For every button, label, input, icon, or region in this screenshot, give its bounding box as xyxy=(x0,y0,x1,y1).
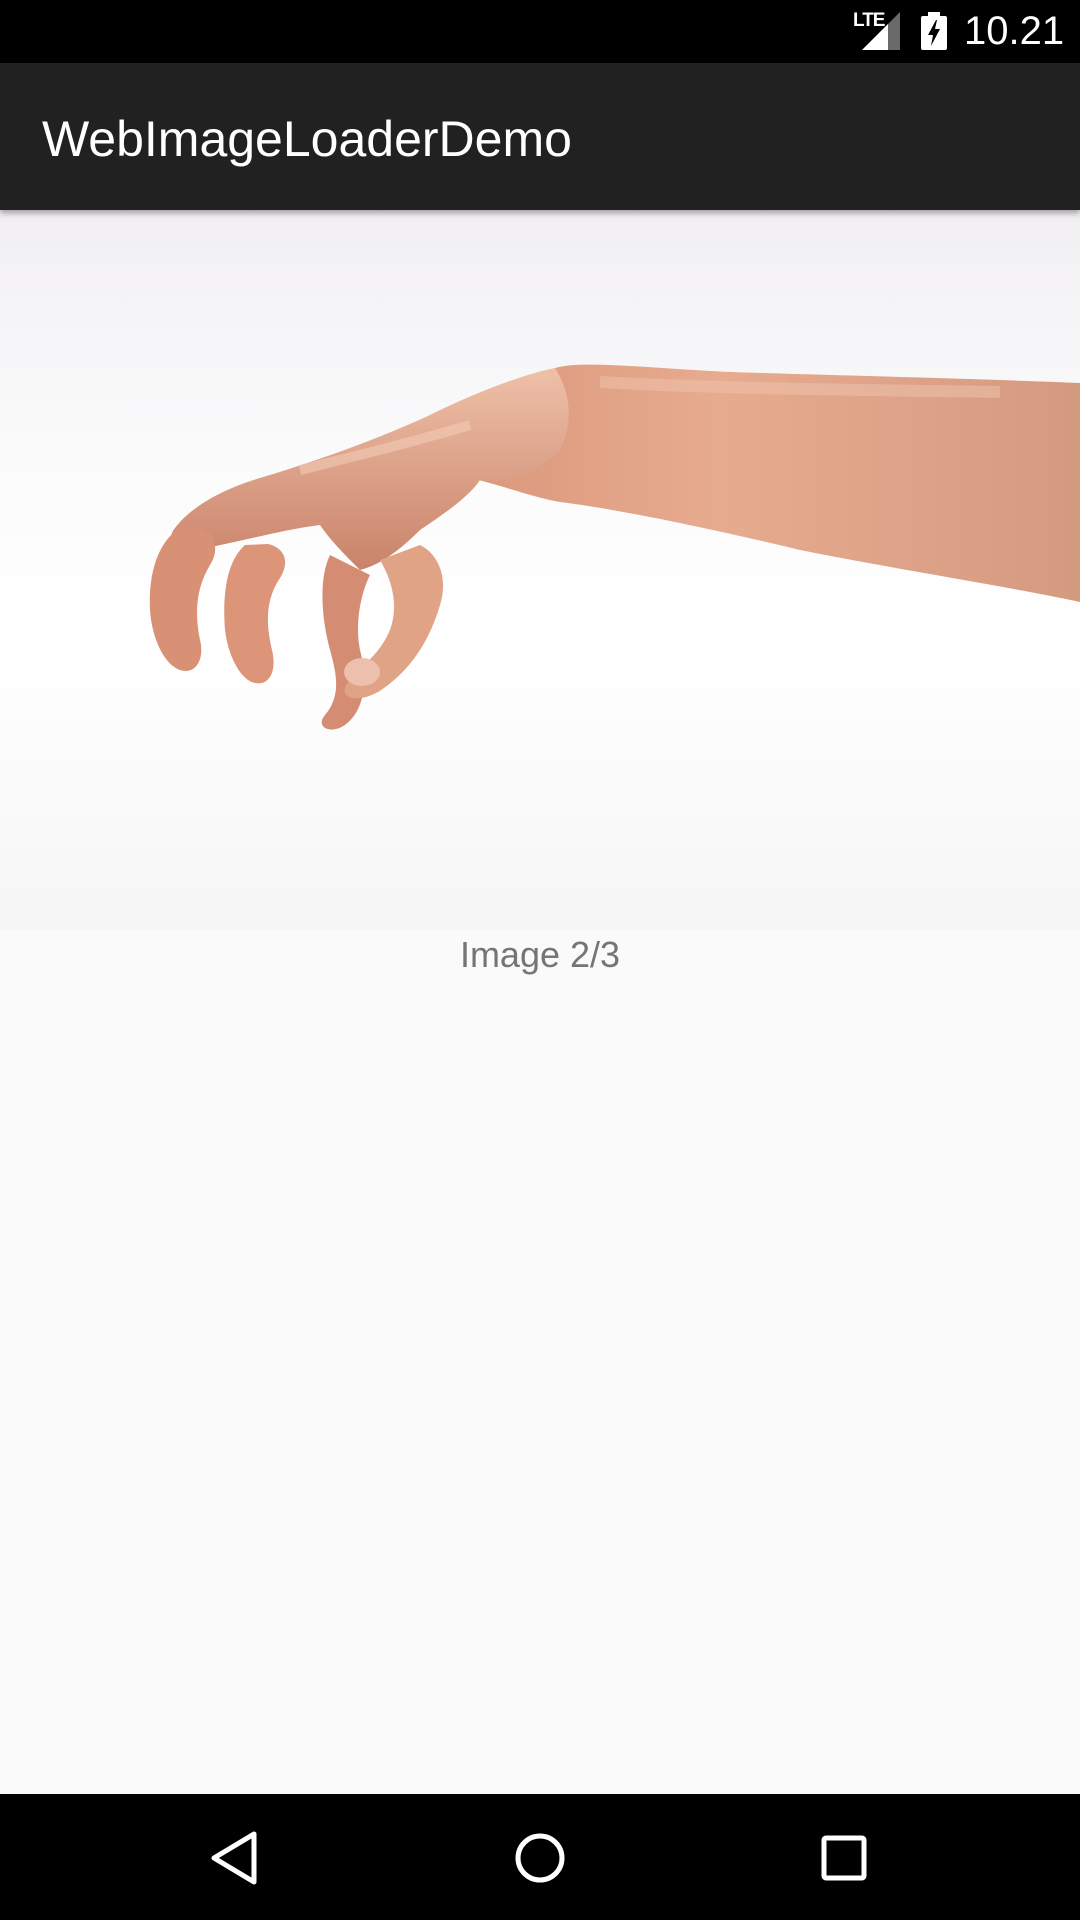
screen: LTE 10.21 WebImageLoaderDemo Image 2/3 xyxy=(0,0,1080,1920)
back-button[interactable] xyxy=(200,1822,272,1894)
hand-photo xyxy=(149,364,1080,730)
back-icon xyxy=(211,1831,257,1885)
status-bar: LTE 10.21 xyxy=(0,0,1080,63)
app-title: WebImageLoaderDemo xyxy=(42,111,572,167)
app-bar: WebImageLoaderDemo xyxy=(0,63,1080,210)
clock: 10.21 xyxy=(964,9,1065,53)
loaded-image xyxy=(0,210,1080,929)
navigation-bar xyxy=(0,1794,1080,1920)
recents-button[interactable] xyxy=(808,1822,880,1894)
battery-charging-icon xyxy=(921,12,947,50)
home-button[interactable] xyxy=(504,1822,576,1894)
image-counter: Image 2/3 xyxy=(459,934,621,975)
recents-icon xyxy=(821,1835,867,1881)
signal-icon xyxy=(862,12,900,50)
home-icon xyxy=(515,1833,565,1883)
